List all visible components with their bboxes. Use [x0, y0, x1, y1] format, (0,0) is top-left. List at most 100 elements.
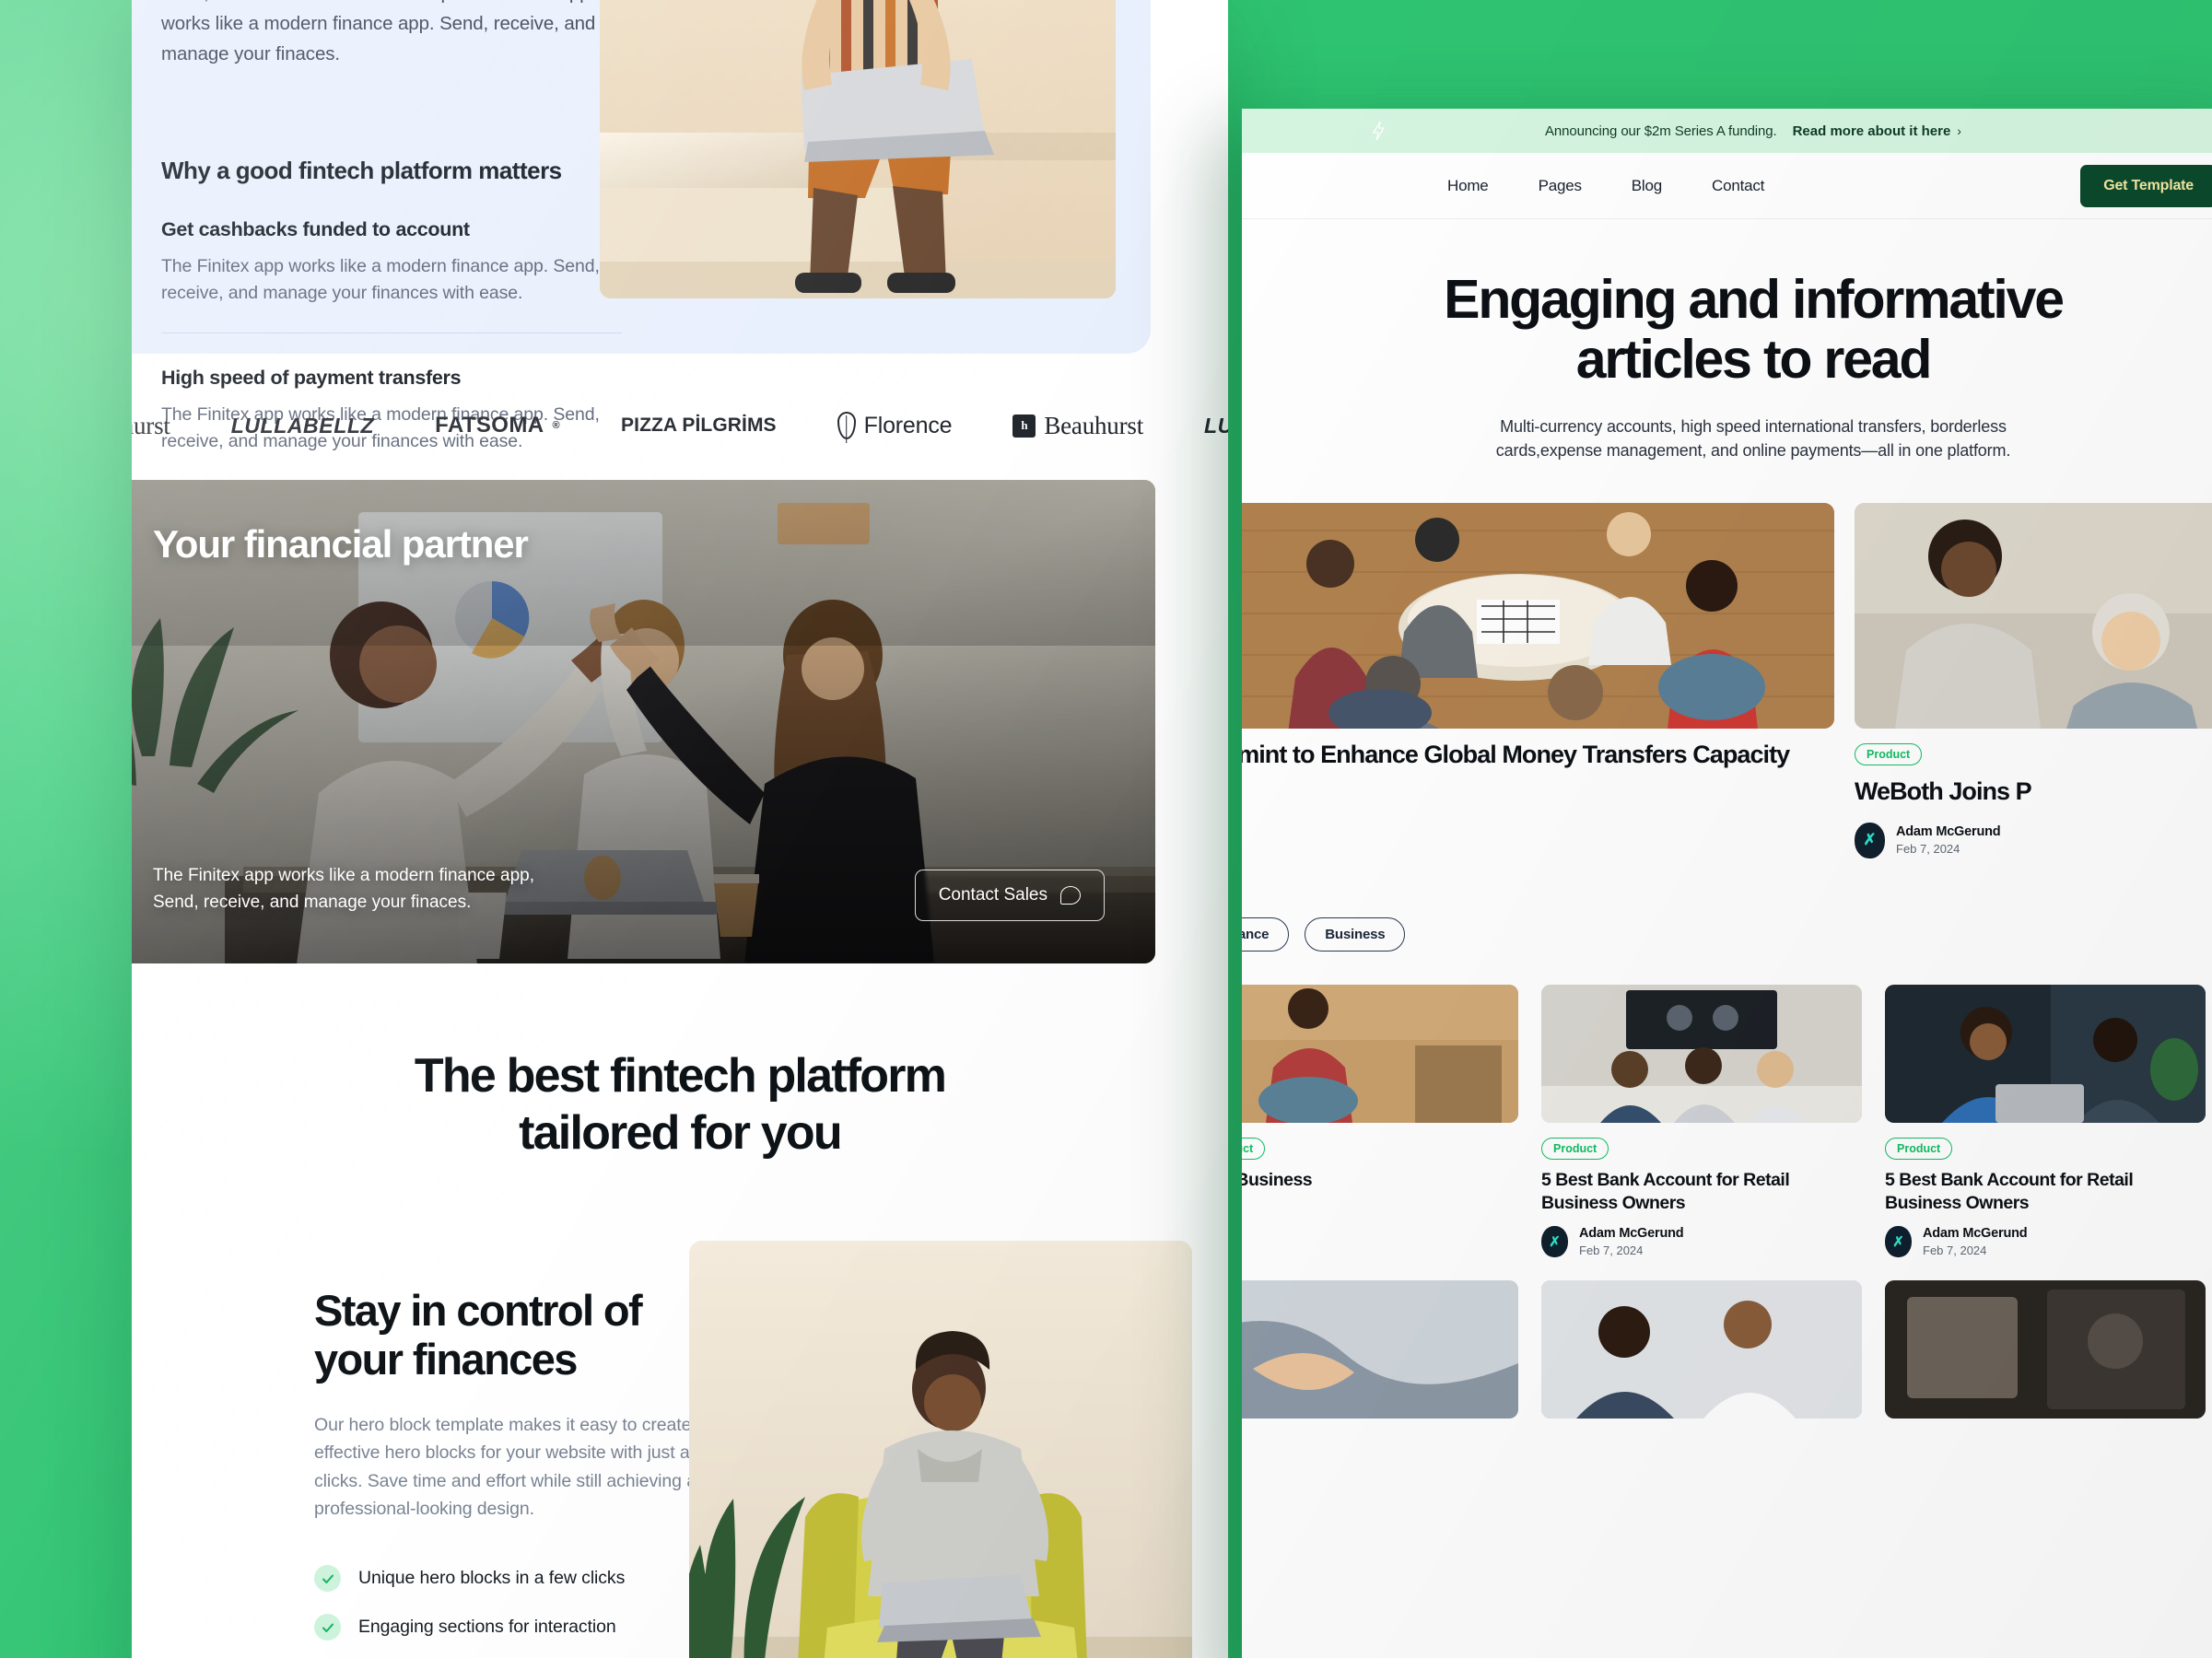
contact-sales-button[interactable]: Contact Sales: [914, 870, 1105, 921]
article-card[interactable]: Product 5 Best Bank Account for Retail B…: [1885, 984, 2206, 1258]
logo-fatsoma: FATSOMA ®: [435, 413, 560, 438]
author-name: Adam McGerund: [1923, 1226, 2028, 1242]
hero-title: Your financial partner: [153, 522, 529, 566]
announcement-text: Announcing our $2m Series A funding.: [1545, 123, 1777, 139]
avatar: ✗: [1855, 822, 1885, 858]
article-title: WeBoth Joins P: [1855, 777, 2032, 806]
article-thumbnail: [1855, 503, 2212, 730]
article-grid: Product etail Business: [1242, 984, 2212, 1419]
chat-bubble-icon: [1060, 886, 1081, 905]
registered-mark-icon: ®: [552, 420, 561, 431]
financial-partner-hero-card: Your financial partner The Finitex app w…: [132, 480, 1155, 963]
logo-beauhurst: h Beauhurst: [1012, 412, 1143, 440]
hero-subtitle-line-2: Send, receive, and manage your finaces.: [153, 892, 472, 912]
article-title: etail Business: [1242, 1169, 1313, 1190]
left-browser-page: limits, turn them on or off with a tap. …: [132, 0, 1228, 1658]
section-heading-line-1: The best fintech platform: [414, 1049, 947, 1103]
heading-line-2: your finances: [314, 1334, 578, 1384]
woman-armchair-photo: [689, 1241, 1192, 1658]
avatar: ✗: [1885, 1226, 1912, 1258]
article-title: 5 Best Bank Account for Retail Business …: [1885, 1169, 2134, 1213]
logo-florence: Florence: [837, 412, 953, 439]
get-template-button[interactable]: Get Template: [2080, 164, 2212, 207]
featured-article-card[interactable]: Product WeBoth Joins P ✗ Adam McGerund F…: [1855, 503, 2212, 858]
check-icon: [314, 1614, 341, 1641]
logo-label: Beauhurst: [1044, 411, 1144, 439]
article-author: ✗ Adam McGerund Feb 7, 2024: [1541, 1226, 1862, 1258]
logo-label: Florence: [863, 412, 953, 438]
section-heading: The best fintech platform tailored for y…: [132, 1047, 1228, 1162]
article-thumbnail: [1541, 984, 1862, 1123]
hero-subtitle: The Finitex app works like a modern fina…: [153, 863, 534, 916]
stay-in-control-heading: Stay in control of your finances: [314, 1286, 747, 1384]
article-card[interactable]: Product 5 Best Bank Account for Retail B…: [1541, 984, 1862, 1258]
nav-item-pages[interactable]: Pages: [1539, 177, 1582, 195]
lightning-bolt-icon: [1372, 121, 1386, 141]
article-thumbnail: [1885, 984, 2206, 1123]
featured-article-card[interactable]: Paymint to Enhance Global Money Transfer…: [1242, 503, 1834, 858]
article-card[interactable]: [1541, 1280, 1862, 1419]
nav-item-home[interactable]: Home: [1447, 177, 1489, 195]
featured-articles-row: Paymint to Enhance Global Money Transfer…: [1242, 503, 2212, 858]
feature-item-title: High speed of payment transfers: [161, 367, 462, 390]
heading-line-2: articles to read: [1575, 329, 1933, 391]
logo-label: FATSOMA: [435, 413, 544, 438]
category-badge: Product: [1885, 1137, 1953, 1160]
blog-hero-subtitle: Multi-currency accounts, high speed inte…: [1495, 416, 2011, 461]
announcement-link-label: Read more about it here: [1792, 123, 1951, 139]
announcement-link[interactable]: Read more about it here ›: [1793, 123, 1961, 139]
logo-pizza-pilgrims: PIZZA PİLGRİMS: [621, 414, 777, 436]
nav-item-contact[interactable]: Contact: [1712, 177, 1764, 195]
heading-line-1: Stay in control of: [314, 1286, 643, 1335]
article-author: ✗ Adam McGerund Feb 7, 2024: [1855, 822, 2212, 858]
nav-links: Home Pages Blog Contact: [1447, 177, 1764, 195]
section-heading-line-2: tailored for you: [519, 1106, 842, 1161]
article-author: ✗ Adam McGerund Feb 7, 2024: [1885, 1226, 2206, 1258]
article-title: 5 Best Bank Account for Retail Business …: [1541, 1169, 1790, 1213]
logo-beauhurst: h Beauhurst: [132, 412, 170, 440]
filter-chip-business[interactable]: Business: [1305, 917, 1406, 952]
man-on-stairs-photo: [600, 0, 1116, 298]
publish-date: Feb 7, 2024: [1896, 842, 1960, 857]
article-card[interactable]: Product etail Business: [1242, 984, 1518, 1258]
article-card[interactable]: [1242, 1280, 1518, 1419]
filter-chip-finance[interactable]: Finance: [1242, 917, 1290, 952]
nav-item-blog[interactable]: Blog: [1632, 177, 1662, 195]
stay-in-control-body: Our hero block template makes it easy to…: [314, 1415, 722, 1519]
fintech-feature-card: limits, turn them on or off with a tap. …: [132, 0, 1151, 451]
avatar: ✗: [1541, 1226, 1568, 1258]
chevron-right-icon: ›: [1957, 123, 1961, 138]
feature-checklist: Unique hero blocks in a few clicks Engag…: [314, 1565, 747, 1658]
feature-item: Get cashbacks funded to account The Fini…: [161, 218, 622, 308]
feather-icon: [837, 412, 856, 439]
checklist-label: Unique hero blocks in a few clicks: [358, 1568, 626, 1589]
article-title: Paymint to Enhance Global Money Transfer…: [1242, 741, 1790, 769]
hero-subtitle-line-1: The Finitex app works like a modern fina…: [153, 866, 534, 885]
heading-line-1: Engaging and informative: [1444, 269, 2065, 330]
check-icon: [314, 1565, 341, 1593]
author-name: Adam McGerund: [1896, 824, 2001, 840]
checklist-item: Unique hero blocks in a few clicks: [314, 1565, 747, 1593]
article-card[interactable]: [1885, 1280, 2206, 1419]
category-badge: Product: [1541, 1137, 1609, 1160]
feature-lead-paragraph: limits, turn them on or off with a tap. …: [161, 0, 596, 65]
article-thumbnail: [1242, 1280, 1518, 1419]
feature-item-title: Get cashbacks funded to account: [161, 217, 470, 240]
partner-logo-strip: h Beauhurst LULLABELLZ FATSOMA ® PIZZA Pİ…: [132, 393, 1228, 458]
feature-item-body: The Finitex app works like a modern fina…: [161, 255, 600, 303]
publish-date: Feb 7, 2024: [1923, 1244, 1987, 1258]
desktop-wallpaper: limits, turn them on or off with a tap. …: [0, 0, 2212, 1658]
blog-hero: Engaging and informative articles to rea…: [1242, 219, 2212, 462]
checklist-label: Engaging sections for interaction: [358, 1617, 616, 1638]
article-thumbnail: [1885, 1280, 2206, 1419]
logo-lullabellz: LULLABELLZ: [230, 413, 375, 438]
category-filter-chips: Finance Business: [1242, 917, 2212, 952]
blog-hero-heading: Engaging and informative articles to rea…: [1290, 269, 2212, 391]
article-thumbnail: [1242, 984, 1518, 1123]
publish-date: Feb 7, 2024: [1579, 1244, 1644, 1258]
contact-sales-label: Contact Sales: [938, 885, 1047, 905]
beauhurst-mark-icon: h: [1012, 414, 1036, 438]
main-navbar: Home Pages Blog Contact Get Template: [1242, 153, 2212, 219]
logo-lullabellz: LULLABELLZ: [1204, 413, 1228, 438]
stay-in-control-block: Stay in control of your finances Our her…: [314, 1286, 747, 1658]
